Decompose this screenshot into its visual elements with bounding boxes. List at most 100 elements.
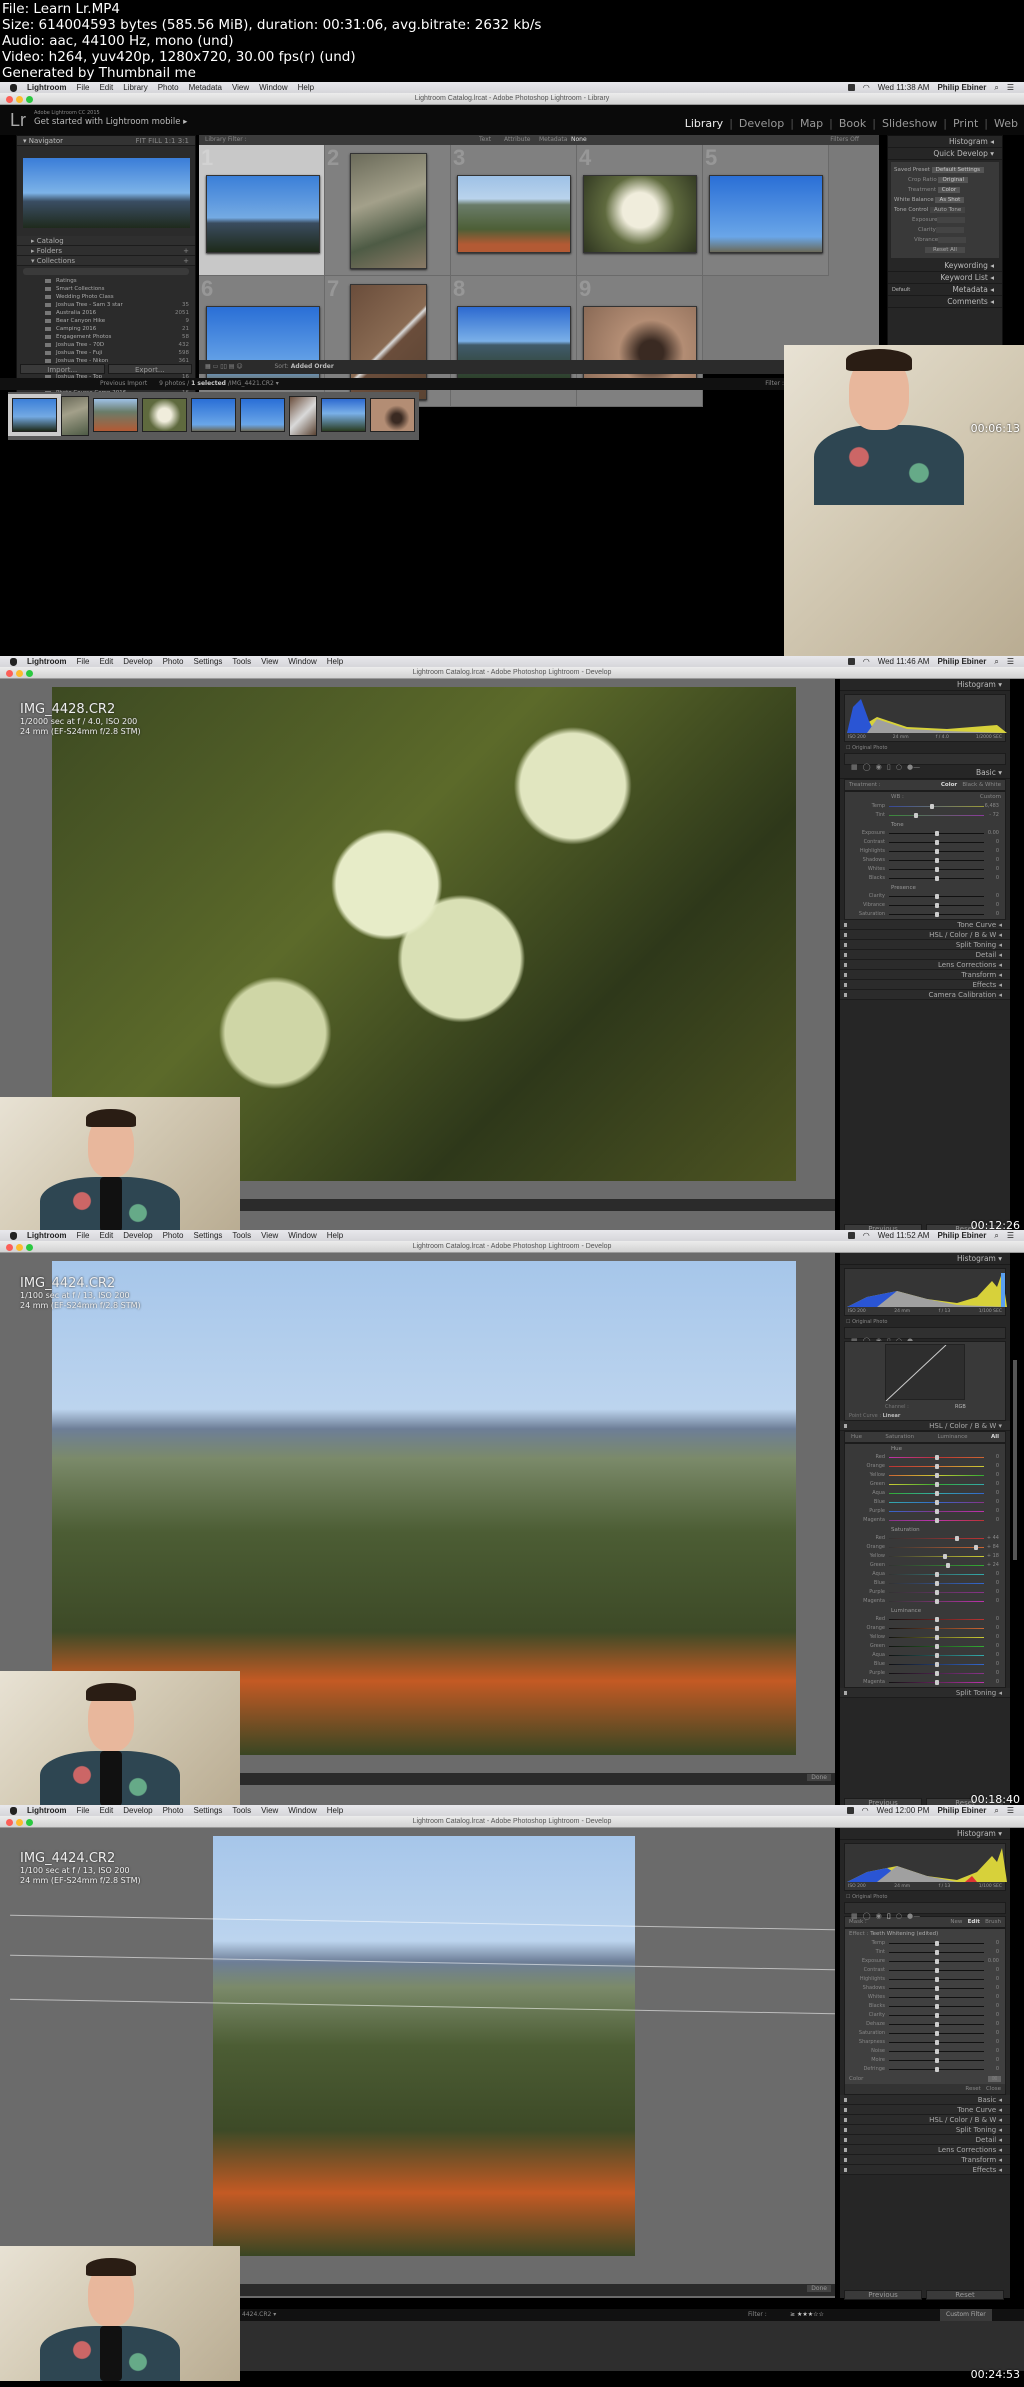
- menu-library[interactable]: Library: [123, 83, 147, 92]
- slider-value[interactable]: 0: [996, 1588, 999, 1597]
- slider-value[interactable]: 0: [996, 2065, 999, 2074]
- survey-view-icon[interactable]: ▤: [229, 363, 235, 370]
- filmstrip-thumbnail[interactable]: [240, 398, 285, 432]
- slider-knob[interactable]: [934, 2058, 939, 2063]
- slider-knob[interactable]: [934, 1590, 939, 1595]
- slider-value[interactable]: 0: [996, 865, 999, 874]
- menu-app[interactable]: Lightroom: [27, 1806, 67, 1815]
- slider-knob[interactable]: [934, 1680, 939, 1685]
- slider-knob[interactable]: [934, 1662, 939, 1667]
- collections-filter-input[interactable]: [23, 268, 189, 275]
- slider-value[interactable]: 0: [996, 1516, 999, 1525]
- graduated-filter-icon[interactable]: ▯: [887, 763, 891, 771]
- filmstrip-thumbnail[interactable]: [370, 398, 415, 432]
- slider-knob[interactable]: [934, 1995, 939, 2000]
- slider-value[interactable]: 0: [996, 910, 999, 919]
- zoom-window-button[interactable]: [26, 1819, 33, 1826]
- slider-knob[interactable]: [934, 1644, 939, 1649]
- wifi-icon[interactable]: ◠: [863, 1231, 870, 1240]
- slider-track[interactable]: [889, 815, 984, 816]
- previous-button[interactable]: Previous: [844, 2290, 922, 2300]
- menu-app[interactable]: Lightroom: [27, 83, 67, 92]
- menu-help[interactable]: Help: [327, 1806, 343, 1815]
- panel-switch-icon[interactable]: [844, 943, 847, 947]
- collection-item[interactable]: Joshua Tree - 70D 432: [17, 341, 195, 349]
- menu-develop[interactable]: Develop: [123, 1806, 152, 1815]
- panel-switch-icon[interactable]: [844, 2158, 847, 2162]
- slider-value[interactable]: 0: [996, 856, 999, 865]
- tone-curve-graph[interactable]: [885, 1344, 965, 1402]
- treatment-dropdown[interactable]: Color: [937, 187, 961, 193]
- menu-file[interactable]: File: [77, 1806, 90, 1815]
- slider-track[interactable]: [889, 1565, 984, 1566]
- sort-dropdown[interactable]: Added Order: [291, 363, 334, 370]
- slider-value[interactable]: + 24: [987, 1561, 999, 1570]
- histogram-header[interactable]: Histogram ▾: [840, 1253, 1010, 1265]
- adjustment-brush-icon[interactable]: ●—: [907, 763, 920, 771]
- mobile-link[interactable]: Get started with Lightroom mobile ▸: [34, 117, 187, 127]
- slider-value[interactable]: 0: [996, 1939, 999, 1948]
- panel-switch-icon[interactable]: [844, 993, 847, 997]
- grid-cell[interactable]: 1: [199, 145, 325, 276]
- panel-section-header[interactable]: Basic ◂: [840, 2095, 1010, 2105]
- slider-value[interactable]: 0: [996, 1660, 999, 1669]
- status-icon[interactable]: [847, 658, 855, 665]
- exposure-buttons[interactable]: [937, 217, 966, 223]
- slider-value[interactable]: 0: [996, 1624, 999, 1633]
- photo-thumbnail[interactable]: [709, 175, 823, 253]
- comments-header[interactable]: Comments ◂: [888, 296, 1002, 308]
- slider-knob[interactable]: [934, 1500, 939, 1505]
- panel-section-header[interactable]: Split Toning ◂: [840, 2125, 1010, 2135]
- slider-knob[interactable]: [934, 2022, 939, 2027]
- mask-close-button[interactable]: Close: [986, 2086, 1001, 2092]
- slider-value[interactable]: + 18: [987, 1552, 999, 1561]
- people-view-icon[interactable]: ☺: [236, 363, 242, 370]
- slider-knob[interactable]: [934, 867, 939, 872]
- split-toning-header[interactable]: Split Toning ◂: [840, 1688, 1010, 1698]
- folders-section[interactable]: ▸ Folders +: [17, 246, 195, 256]
- module-library[interactable]: Library: [685, 117, 723, 130]
- menu-photo[interactable]: Photo: [163, 657, 184, 666]
- panel-switch-icon[interactable]: [844, 983, 847, 987]
- panel-section-header[interactable]: Camera Calibration ◂: [840, 990, 1010, 1000]
- slider-value[interactable]: 0: [996, 1471, 999, 1480]
- collection-item[interactable]: Australia 2016 2051: [17, 309, 195, 317]
- panel-switch-icon[interactable]: [844, 963, 847, 967]
- slider-knob[interactable]: [934, 903, 939, 908]
- slider-knob[interactable]: [934, 2040, 939, 2045]
- collection-item[interactable]: Engagement Photos 58: [17, 333, 195, 341]
- slider-value[interactable]: 0: [996, 892, 999, 901]
- clock[interactable]: Wed 11:52 AM: [878, 1231, 930, 1240]
- keywording-header[interactable]: Keywording ◂: [888, 260, 1002, 272]
- slider-knob[interactable]: [934, 1671, 939, 1676]
- vibrance-buttons[interactable]: [938, 237, 967, 243]
- apple-icon[interactable]: [10, 83, 17, 92]
- slider-knob[interactable]: [934, 840, 939, 845]
- panel-section-header[interactable]: HSL / Color / B & W ◂: [840, 2115, 1010, 2125]
- slider-value[interactable]: 0: [996, 2002, 999, 2011]
- minimize-window-button[interactable]: [16, 1244, 23, 1251]
- menu-edit[interactable]: Edit: [99, 1231, 113, 1240]
- clock[interactable]: Wed 11:38 AM: [878, 83, 930, 92]
- close-window-button[interactable]: [6, 96, 13, 103]
- slider-value[interactable]: - 72: [989, 811, 999, 820]
- slider-knob[interactable]: [934, 1599, 939, 1604]
- white-balance-dropdown[interactable]: As Shot: [935, 197, 965, 203]
- slider-value[interactable]: 0: [996, 1489, 999, 1498]
- menu-settings[interactable]: Settings: [194, 1806, 223, 1815]
- spotlight-icon[interactable]: ⌕: [994, 1806, 998, 1816]
- rating-filter[interactable]: ≥ ★★★☆☆: [790, 2309, 824, 2321]
- collection-item[interactable]: Joshua Tree - Fuji 598: [17, 349, 195, 357]
- mask-brush-button[interactable]: Brush: [985, 1919, 1001, 1925]
- slider-knob[interactable]: [934, 858, 939, 863]
- navigator-preview[interactable]: [23, 158, 190, 228]
- spotlight-icon[interactable]: ⌕: [994, 1231, 998, 1241]
- hsl-tab-saturation[interactable]: Saturation: [885, 1434, 914, 1440]
- reset-all-button[interactable]: Reset All: [925, 247, 965, 253]
- panel-section-header[interactable]: Transform ◂: [840, 970, 1010, 980]
- user-name[interactable]: Philip Ebiner: [937, 83, 986, 92]
- slider-knob[interactable]: [934, 1941, 939, 1946]
- slider-value[interactable]: 0: [996, 1570, 999, 1579]
- menu-window[interactable]: Window: [288, 1806, 316, 1815]
- photo-thumbnail[interactable]: [583, 175, 697, 253]
